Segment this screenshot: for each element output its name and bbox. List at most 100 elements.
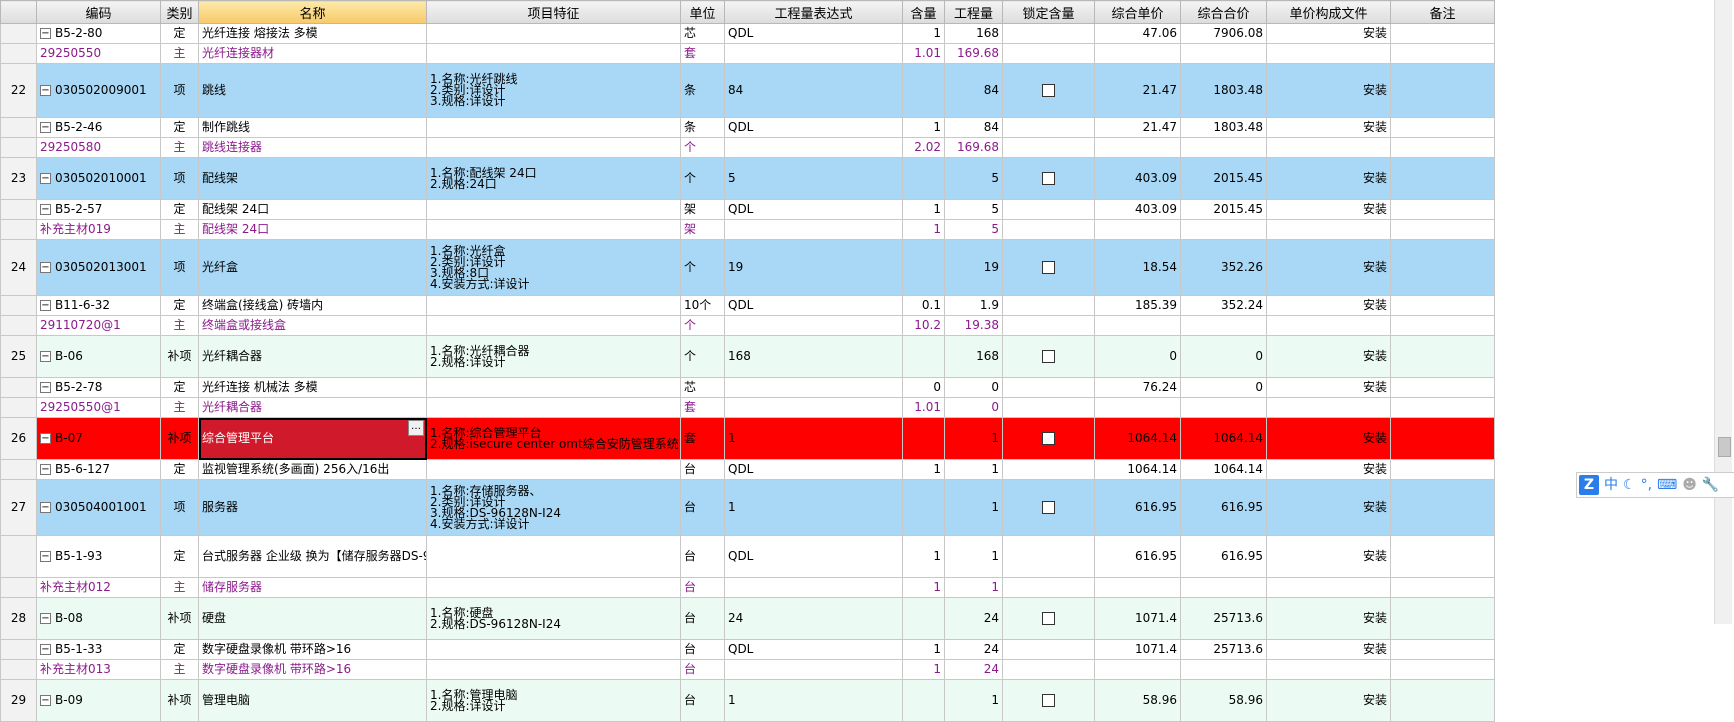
cell-file[interactable]: 安装	[1266, 639, 1391, 660]
cell-note[interactable]	[1390, 535, 1495, 578]
cell-feat[interactable]	[426, 219, 681, 240]
row-number[interactable]: 25	[0, 335, 37, 378]
cell-lock[interactable]	[1002, 199, 1095, 220]
cell-total[interactable]	[1180, 315, 1267, 336]
cell-unit[interactable]: 条	[680, 117, 725, 138]
cell-code[interactable]: − B-07	[36, 417, 161, 460]
cell-unit[interactable]: 架	[680, 219, 725, 240]
row-number[interactable]: 24	[0, 239, 37, 296]
cell-total[interactable]	[1180, 659, 1267, 680]
cell-amt[interactable]: 24	[944, 659, 1003, 680]
cell-qty[interactable]: 1	[902, 23, 945, 44]
lock-checkbox[interactable]	[1042, 694, 1055, 707]
cell-file[interactable]: 安装	[1266, 535, 1391, 578]
cell-unit[interactable]: 台	[680, 639, 725, 660]
cell-code[interactable]: 补充主材019	[36, 219, 161, 240]
cell-expr[interactable]: QDL	[724, 23, 903, 44]
row-number[interactable]	[0, 535, 37, 578]
cell-code[interactable]: − B5-2-46	[36, 117, 161, 138]
cell-lock[interactable]	[1002, 43, 1095, 64]
cell-cat[interactable]: 定	[160, 23, 199, 44]
cell-total[interactable]: 616.95	[1180, 535, 1267, 578]
table-row[interactable]: − B5-2-46 定制作跳线条 QDL 1 84 21.47 1803.48 安装	[0, 117, 1495, 138]
cell-total[interactable]	[1180, 137, 1267, 158]
cell-code[interactable]: 补充主材012	[36, 577, 161, 598]
cell-price[interactable]: 616.95	[1094, 479, 1181, 536]
cell-qty[interactable]	[902, 417, 945, 460]
cell-qty[interactable]: 1.01	[902, 43, 945, 64]
cell-total[interactable]: 1064.14	[1180, 417, 1267, 460]
col-header-code[interactable]: 编码	[36, 0, 161, 24]
punct-icon[interactable]: °,	[1641, 475, 1652, 495]
cell-note[interactable]	[1390, 239, 1495, 296]
cell-price[interactable]: 58.96	[1094, 679, 1181, 722]
cell-name[interactable]: 光纤耦合器	[198, 335, 427, 378]
cell-expr[interactable]: 1	[724, 479, 903, 536]
cell-file[interactable]	[1266, 43, 1391, 64]
cell-cat[interactable]: 定	[160, 117, 199, 138]
cell-qty[interactable]: 1	[902, 639, 945, 660]
cell-unit[interactable]: 芯	[680, 23, 725, 44]
collapse-icon[interactable]: −	[40, 122, 51, 133]
cell-cat[interactable]: 主	[160, 315, 199, 336]
cell-note[interactable]	[1390, 459, 1495, 480]
cell-total[interactable]	[1180, 43, 1267, 64]
cell-file[interactable]: 安装	[1266, 479, 1391, 536]
cell-qty[interactable]: 1	[902, 659, 945, 680]
cell-code[interactable]: 补充主材013	[36, 659, 161, 680]
cell-qty[interactable]: 1	[902, 535, 945, 578]
row-number[interactable]	[0, 397, 37, 418]
cell-cat[interactable]: 项	[160, 479, 199, 536]
cell-price[interactable]	[1094, 137, 1181, 158]
lock-checkbox[interactable]	[1042, 172, 1055, 185]
cell-note[interactable]	[1390, 43, 1495, 64]
cell-code[interactable]: 29110720@1	[36, 315, 161, 336]
collapse-icon[interactable]: −	[40, 351, 51, 362]
cell-amt[interactable]: 1	[944, 577, 1003, 598]
cell-code[interactable]: 29250580	[36, 137, 161, 158]
cell-lock[interactable]	[1002, 639, 1095, 660]
cell-total[interactable]: 1064.14	[1180, 459, 1267, 480]
cell-cat[interactable]: 主	[160, 659, 199, 680]
cell-feat[interactable]	[426, 315, 681, 336]
table-row[interactable]: 补充主材013 主数字硬盘录像机 带环路>16 台 1 24	[0, 659, 1495, 680]
cell-code[interactable]: − B5-2-78	[36, 377, 161, 398]
cell-name[interactable]: 管理电脑	[198, 679, 427, 722]
cell-total[interactable]	[1180, 397, 1267, 418]
cell-file[interactable]: 安装	[1266, 597, 1391, 640]
row-number[interactable]	[0, 639, 37, 660]
cell-lock[interactable]	[1002, 459, 1095, 480]
cell-file[interactable]: 安装	[1266, 199, 1391, 220]
cell-lock[interactable]	[1002, 63, 1095, 118]
row-number[interactable]	[0, 577, 37, 598]
cell-feat[interactable]	[426, 117, 681, 138]
cell-name[interactable]: 配线架 24口	[198, 199, 427, 220]
cell-lock[interactable]	[1002, 397, 1095, 418]
user-icon[interactable]: ☻	[1682, 475, 1697, 495]
cell-amt[interactable]: 5	[944, 219, 1003, 240]
cell-note[interactable]	[1390, 295, 1495, 316]
lock-checkbox[interactable]	[1042, 612, 1055, 625]
cell-code[interactable]: 29250550@1	[36, 397, 161, 418]
cell-unit[interactable]: 条	[680, 63, 725, 118]
cell-feat[interactable]: 1.名称:管理电脑 2.规格:详设计	[426, 679, 681, 722]
lock-checkbox[interactable]	[1042, 350, 1055, 363]
cell-note[interactable]	[1390, 219, 1495, 240]
cell-file[interactable]: 安装	[1266, 239, 1391, 296]
cell-total[interactable]: 25713.6	[1180, 639, 1267, 660]
cell-file[interactable]	[1266, 397, 1391, 418]
table-row[interactable]: 26− B-07 补项 综合管理平台… 1.名称:综合管理平台 2.规格:isecure …	[0, 417, 1495, 460]
collapse-icon[interactable]: −	[40, 464, 51, 475]
cell-feat[interactable]: 1.名称:存储服务器、 2.类别:详设计 3.规格:DS-96128N-I24 4.安…	[426, 479, 681, 536]
cell-unit[interactable]: 架	[680, 199, 725, 220]
cell-note[interactable]	[1390, 63, 1495, 118]
cell-cat[interactable]: 项	[160, 63, 199, 118]
cell-feat[interactable]	[426, 397, 681, 418]
cell-code[interactable]: −030504001001	[36, 479, 161, 536]
cell-name[interactable]: 跳线连接器	[198, 137, 427, 158]
cell-cat[interactable]: 主	[160, 219, 199, 240]
cell-code[interactable]: − B5-6-127	[36, 459, 161, 480]
cell-lock[interactable]	[1002, 577, 1095, 598]
cell-feat[interactable]: 1.名称:光纤跳线 2.类别:详设计 3.规格:详设计	[426, 63, 681, 118]
cell-note[interactable]	[1390, 659, 1495, 680]
